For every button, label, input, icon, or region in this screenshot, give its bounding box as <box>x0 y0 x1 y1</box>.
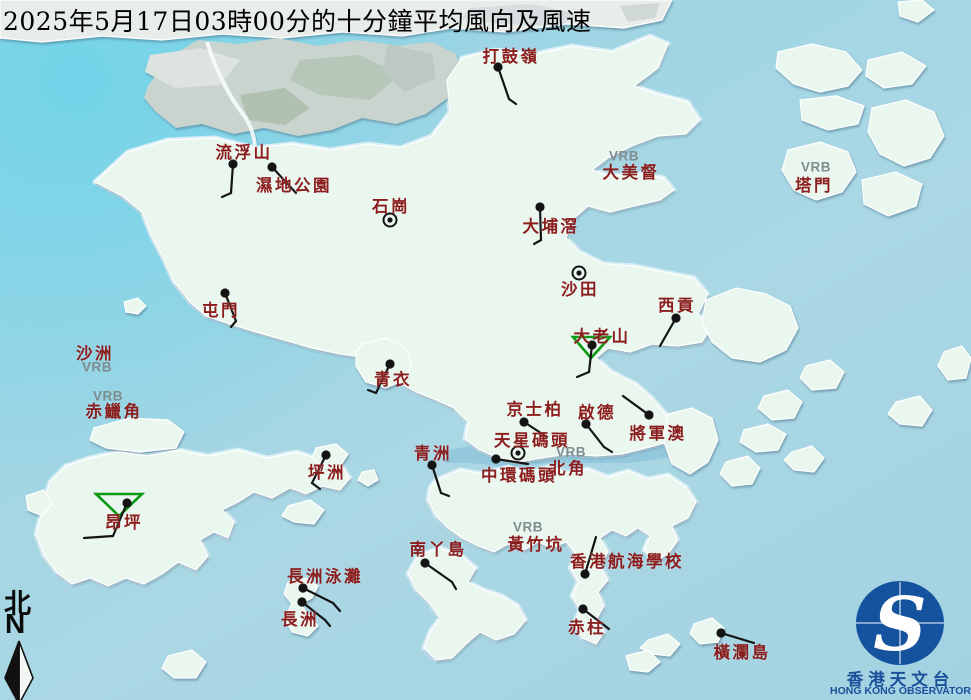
station-label: 香港航海學校 <box>570 552 684 571</box>
wind-barb-feather <box>602 445 614 454</box>
station-dot <box>644 410 654 420</box>
wind-barb-feather <box>331 601 342 613</box>
wind-barb-staff <box>496 65 511 101</box>
wind-barb-feather <box>82 534 115 540</box>
wind-barb-feather <box>323 618 332 628</box>
wind-barb-feather <box>310 481 322 491</box>
station-label: 昂坪 <box>105 513 143 532</box>
station-dot <box>267 162 277 172</box>
station-label: 中環碼頭 <box>481 466 557 485</box>
wind-barb-feather <box>507 97 518 106</box>
compass-needle-icon <box>4 640 34 700</box>
station-label: 赤柱 <box>568 618 606 637</box>
station-label: 石崗 <box>372 197 410 216</box>
calm-wind-marker-center <box>387 217 393 223</box>
station-label: 沙田 <box>561 280 599 299</box>
wind-barb-feather <box>229 319 238 329</box>
station-dot <box>578 604 588 614</box>
wind-barb-staff <box>301 586 335 605</box>
vrb-wind-label: VRB <box>800 159 832 175</box>
station-label: 流浮山 <box>215 143 273 162</box>
vrb-wind-label: VRB <box>555 444 587 460</box>
station-label: 青衣 <box>374 370 412 389</box>
station-label: 將軍澳 <box>629 424 687 443</box>
station-dot <box>535 202 545 212</box>
wind-barb-feather <box>450 580 458 591</box>
station-label: 橫瀾島 <box>713 643 771 662</box>
station-label: 黃竹坑 <box>507 535 565 554</box>
map-title: 2025年5月17日03時00分的十分鐘平均風向及風速 <box>3 7 592 36</box>
vrb-wind-label: VRB <box>608 148 640 164</box>
wind-barb-staff <box>621 394 651 417</box>
station-label: 啟德 <box>578 403 616 422</box>
vrb-wind-label: VRB <box>512 519 544 535</box>
wind-barb-feather <box>439 491 451 498</box>
hko-logo: S 香港天文台 HONG KONG OBSERVATORY <box>830 576 971 700</box>
station-dot <box>716 628 726 638</box>
station-label: 南丫島 <box>409 540 467 559</box>
station-label: 濕地公園 <box>256 176 332 195</box>
calm-wind-marker-center <box>576 270 582 276</box>
wind-barb-staff <box>423 561 454 584</box>
station-label: 西貢 <box>658 296 696 315</box>
hko-logo-english: HONG KONG OBSERVATORY <box>830 685 971 697</box>
vrb-wind-label: VRB <box>81 359 113 375</box>
wind-barb-feather <box>575 370 591 379</box>
wind-barb-staff <box>658 316 678 348</box>
station-label: 大埔滘 <box>522 217 580 236</box>
station-label: 坪洲 <box>308 463 346 482</box>
station-label: 打鼓嶺 <box>482 47 540 66</box>
station-label: 屯門 <box>202 301 240 320</box>
hko-logo-monogram: S <box>873 582 926 668</box>
wind-map: 打鼓嶺 流浮山 濕地公園 石崗 大埔滘 大美督 VRB 塔門 VRB 沙田 西貢 大老山 屯門 沙洲 VRB… <box>0 0 971 700</box>
station-label: 長洲 <box>281 610 319 629</box>
station-label: 長洲泳灘 <box>287 567 363 586</box>
north-letter-label: N <box>5 608 26 639</box>
vrb-wind-label: VRB <box>92 388 124 404</box>
station-label: 青洲 <box>414 444 452 463</box>
wind-barb-feather <box>532 238 543 246</box>
calm-wind-marker-center <box>515 450 521 456</box>
station-label: 塔門 <box>795 176 833 195</box>
station-label: 大老山 <box>573 327 631 346</box>
wind-barb-feather <box>366 388 378 395</box>
wind-marker-layer <box>82 62 756 645</box>
wind-barb-feather <box>220 191 233 199</box>
station-dot <box>122 498 132 508</box>
station-label: 京士柏 <box>506 400 564 419</box>
north-compass: 北 N <box>0 582 40 700</box>
